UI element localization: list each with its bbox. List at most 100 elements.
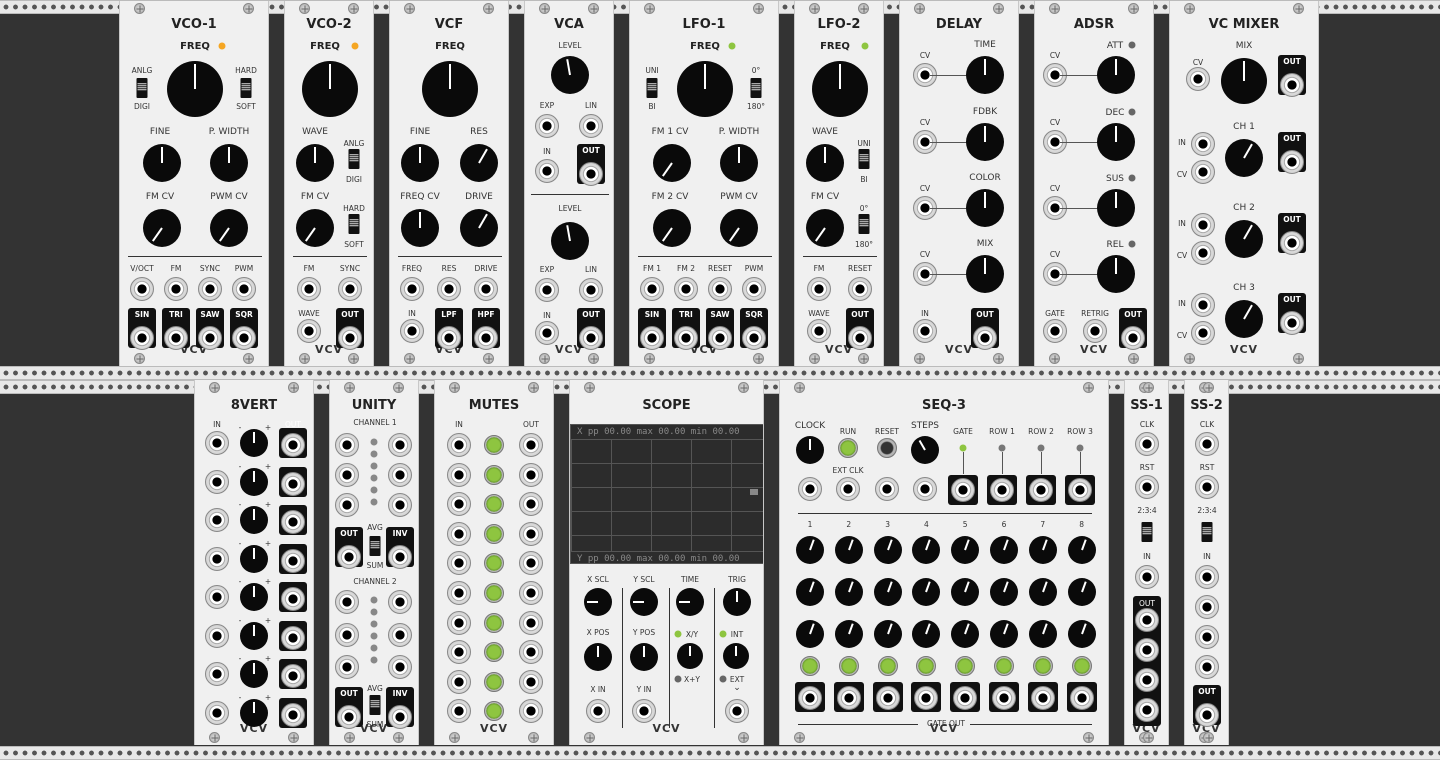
output-jack[interactable]	[519, 669, 543, 694]
lin-input-jack[interactable]	[579, 114, 603, 138]
input-jack[interactable]	[335, 623, 359, 647]
step-knob[interactable]	[912, 620, 941, 648]
output-jack[interactable]	[198, 326, 222, 350]
unipolar-bipolar-switch[interactable]	[858, 149, 870, 169]
mix-knob[interactable]	[966, 255, 1004, 293]
x-input-jack[interactable]	[586, 699, 610, 723]
row-output-jack[interactable]	[1068, 478, 1092, 502]
gate-button[interactable]	[838, 656, 859, 676]
step-knob[interactable]	[990, 536, 1018, 564]
channel-cv-jack[interactable]	[1191, 321, 1215, 345]
exp-input-jack-2[interactable]	[535, 278, 559, 302]
mute-button[interactable]	[484, 464, 504, 485]
gate-output-jack[interactable]	[1030, 686, 1055, 710]
x-position-knob[interactable]	[584, 643, 612, 671]
output-jack[interactable]	[1280, 231, 1304, 255]
output-jack[interactable]	[519, 640, 543, 665]
output-jack[interactable]	[281, 433, 305, 457]
output-jack[interactable]	[1280, 150, 1304, 174]
output-jack[interactable]	[232, 326, 256, 350]
input-jack[interactable]	[205, 662, 229, 686]
output-jack[interactable]	[579, 162, 603, 186]
input-jack[interactable]	[640, 277, 664, 301]
input-jack[interactable]	[205, 546, 229, 571]
reset-input-jack[interactable]	[1195, 475, 1219, 499]
phase-switch[interactable]	[858, 214, 870, 234]
mute-button[interactable]	[484, 553, 504, 574]
gate-button[interactable]	[877, 656, 898, 676]
time-knob[interactable]	[966, 56, 1004, 94]
input-jack[interactable]	[205, 700, 229, 725]
output-jack[interactable]	[338, 326, 362, 350]
fine-knob[interactable]	[401, 144, 439, 182]
gate-input-jack[interactable]	[1043, 319, 1067, 343]
sync-input-jack[interactable]	[338, 277, 362, 301]
step-knob[interactable]	[951, 536, 980, 564]
step-knob[interactable]	[796, 536, 824, 564]
step-knob[interactable]	[834, 536, 863, 564]
input-jack[interactable]	[335, 655, 359, 679]
output-jack[interactable]	[519, 699, 543, 724]
pulse-width-knob[interactable]	[210, 144, 248, 182]
fm2-cv-knob[interactable]	[653, 209, 691, 247]
resonance-knob[interactable]	[460, 144, 498, 182]
sus-knob[interactable]	[1097, 189, 1135, 227]
input-jack[interactable]	[437, 277, 461, 301]
avg-sum-switch[interactable]	[369, 536, 381, 556]
mute-button[interactable]	[484, 701, 504, 722]
step-knob[interactable]	[990, 620, 1018, 648]
input-jack[interactable]	[742, 277, 766, 301]
audio-input-jack[interactable]	[913, 319, 937, 343]
clock-input-jack[interactable]	[798, 477, 822, 501]
output-jack[interactable]	[281, 702, 305, 727]
rel-knob[interactable]	[1097, 255, 1135, 293]
output-jack[interactable]	[281, 625, 305, 650]
fm-input-jack[interactable]	[297, 277, 321, 301]
hard-soft-switch[interactable]	[348, 214, 360, 234]
channel-input-jack[interactable]	[1191, 132, 1215, 156]
dec-knob[interactable]	[1097, 123, 1135, 161]
input-jack[interactable]	[447, 492, 471, 517]
ch3-knob[interactable]	[1225, 300, 1263, 338]
input-jack[interactable]	[474, 277, 498, 301]
output-jack[interactable]	[1135, 668, 1159, 692]
ch1-knob[interactable]	[1225, 139, 1263, 177]
step-knob[interactable]	[796, 620, 824, 648]
input-jack[interactable]	[388, 655, 412, 679]
row-output-jack[interactable]	[1029, 478, 1053, 502]
input-jack[interactable]	[335, 493, 359, 517]
channel-input-jack[interactable]	[1191, 213, 1215, 237]
output-jack[interactable]	[1195, 595, 1219, 619]
att-knob[interactable]	[1097, 56, 1135, 94]
gate-button[interactable]	[1071, 656, 1092, 676]
gate-output-jack[interactable]	[798, 686, 822, 710]
input-jack[interactable]	[447, 521, 471, 546]
gain-knob[interactable]	[240, 660, 268, 688]
step-knob[interactable]	[1028, 578, 1057, 606]
input-jack[interactable]	[400, 277, 424, 301]
clock-input-jack[interactable]	[1135, 432, 1159, 456]
freq-knob[interactable]	[422, 61, 478, 117]
step-knob[interactable]	[951, 578, 980, 606]
gain-knob[interactable]	[240, 429, 268, 457]
output-jack[interactable]	[1195, 565, 1219, 589]
gate-button[interactable]	[955, 656, 976, 676]
reset-input-jack[interactable]	[848, 277, 872, 301]
output-jack[interactable]	[519, 610, 543, 635]
pulse-width-knob[interactable]	[720, 144, 758, 182]
color-knob[interactable]	[966, 189, 1004, 227]
output-jack[interactable]	[281, 471, 305, 496]
mix-knob[interactable]	[1221, 58, 1267, 104]
gate-output-jack[interactable]	[992, 686, 1016, 710]
input-jack[interactable]	[388, 433, 412, 457]
trigger-mode-button[interactable]	[723, 643, 749, 669]
pwm-cv-knob[interactable]	[720, 209, 758, 247]
output-jack[interactable]	[281, 587, 305, 611]
gate-output-jack[interactable]	[836, 686, 861, 710]
retrig-input-jack[interactable]	[1083, 319, 1107, 343]
level-knob[interactable]	[551, 56, 589, 94]
output-jack[interactable]	[281, 548, 305, 573]
input-jack[interactable]	[205, 585, 229, 609]
freq-cv-knob[interactable]	[401, 209, 439, 247]
output-jack[interactable]	[1195, 703, 1219, 727]
